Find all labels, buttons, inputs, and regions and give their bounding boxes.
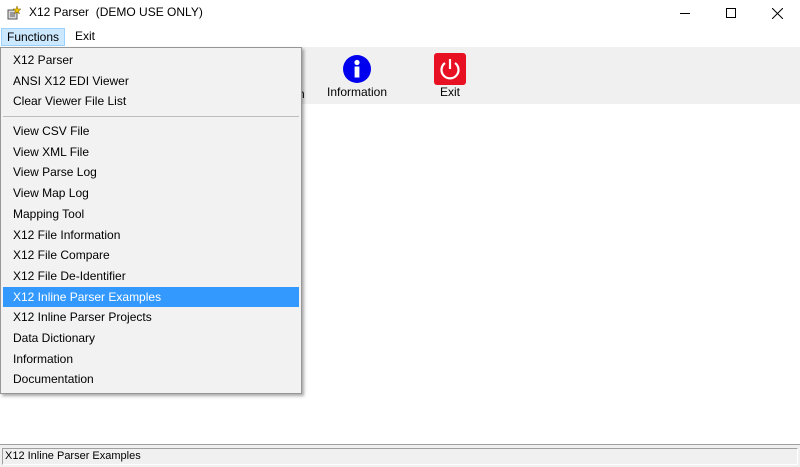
menu-separator [3,112,299,121]
menu-item-view-xml[interactable]: View XML File [3,142,299,163]
maximize-icon [726,8,736,18]
menu-item-de-identifier[interactable]: X12 File De-Identifier [3,266,299,287]
app-icon [7,5,23,21]
menu-item-information[interactable]: Information [3,349,299,370]
minimize-button[interactable] [662,0,708,26]
maximize-button[interactable] [708,0,754,26]
menu-item-clear-viewer-list[interactable]: Clear Viewer File List [3,91,299,112]
window-title: X12 Parser (DEMO USE ONLY) [29,5,203,19]
menu-item-documentation[interactable]: Documentation [3,369,299,390]
exit-toolbar-label: Exit [439,85,460,99]
title-bar: X12 Parser (DEMO USE ONLY) [0,0,800,26]
status-text: X12 Inline Parser Examples [2,448,798,465]
exit-toolbar-button[interactable]: Exit [425,52,475,99]
minimize-icon [680,13,690,14]
close-icon [771,7,783,19]
menu-item-view-csv[interactable]: View CSV File [3,121,299,142]
menu-item-inline-parser-examples[interactable]: X12 Inline Parser Examples [3,286,299,308]
status-bar: X12 Inline Parser Examples [0,444,800,467]
menu-exit[interactable]: Exit [70,28,100,46]
info-icon [343,54,371,83]
menu-item-x12-parser[interactable]: X12 Parser [3,50,299,71]
menu-bar: Functions Exit [0,27,800,47]
menu-item-data-dictionary[interactable]: Data Dictionary [3,328,299,349]
menu-item-mapping-tool[interactable]: Mapping Tool [3,204,299,225]
close-button[interactable] [754,0,800,26]
information-toolbar-button[interactable]: Information [322,52,392,99]
power-icon [434,52,466,85]
menu-item-file-information[interactable]: X12 File Information [3,225,299,246]
menu-item-inline-parser-projects[interactable]: X12 Inline Parser Projects [3,307,299,328]
menu-functions[interactable]: Functions [1,28,66,46]
menu-item-view-map-log[interactable]: View Map Log [3,183,299,204]
menu-item-edi-viewer[interactable]: ANSI X12 EDI Viewer [3,71,299,92]
menu-item-file-compare[interactable]: X12 File Compare [3,245,299,266]
functions-dropdown: X12 Parser ANSI X12 EDI Viewer Clear Vie… [0,47,302,394]
menu-item-view-parse-log[interactable]: View Parse Log [3,162,299,183]
information-toolbar-label: Information [326,85,388,99]
